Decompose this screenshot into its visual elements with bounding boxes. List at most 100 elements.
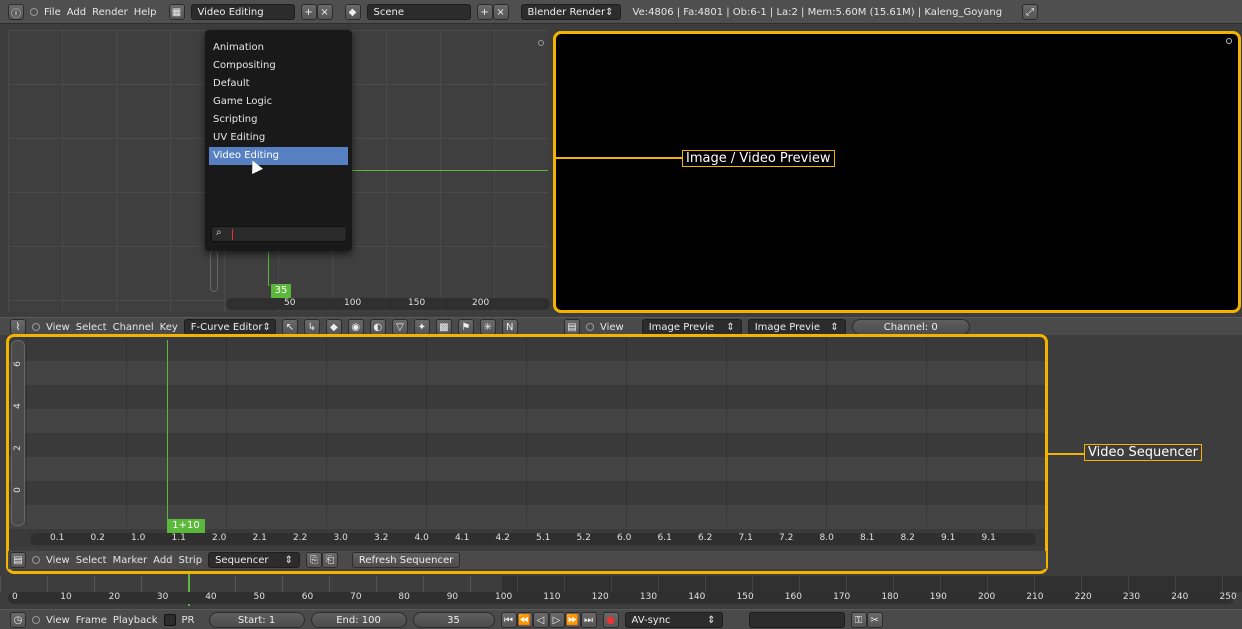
sequencer-menu-toggle[interactable]: [32, 556, 40, 564]
jump-start-icon[interactable]: ⏮: [500, 612, 517, 628]
layout-name-field[interactable]: Video Editing: [190, 4, 295, 20]
preview-range-checkbox[interactable]: [163, 614, 176, 626]
timeline-tick: 110: [543, 592, 561, 602]
filter-material-icon[interactable]: ◐: [369, 319, 386, 335]
layout-option-scripting[interactable]: Scripting: [205, 111, 352, 129]
sync-mode-select[interactable]: AV-sync ⇕: [624, 612, 723, 628]
seq-menu-add[interactable]: Add: [153, 555, 172, 566]
filter-mesh-icon[interactable]: ▽: [391, 319, 408, 335]
keyframe-delete-icon[interactable]: ✂: [866, 612, 883, 628]
layout-option-uv-editing[interactable]: UV Editing: [205, 129, 352, 147]
seq-menu-strip[interactable]: Strip: [179, 555, 203, 566]
layout-option-compositing[interactable]: Compositing: [205, 57, 352, 75]
graph-menu-channel[interactable]: Channel: [113, 322, 154, 333]
seq-menu-select[interactable]: Select: [76, 555, 107, 566]
start-frame-field[interactable]: Start: 1: [208, 612, 305, 628]
graph-x-axis[interactable]: 50 100 150 200: [226, 298, 550, 310]
timeline-header: ◷ View Frame Playback PR Start: 1 End: 1…: [0, 609, 1242, 629]
layout-option-animation[interactable]: Animation: [205, 39, 352, 57]
collapse-menu-toggle[interactable]: [30, 8, 38, 16]
pivot-icon[interactable]: ↳: [303, 319, 320, 335]
sequencer-y-ruler[interactable]: 6 4 2 0: [11, 340, 25, 526]
sequencer-editor-type-icon[interactable]: ▤: [564, 319, 580, 335]
filter-lamp-icon[interactable]: ✦: [413, 319, 430, 335]
keying-set-field[interactable]: [748, 612, 845, 628]
seq-menu-view[interactable]: View: [46, 555, 70, 566]
play-icon[interactable]: ▷: [548, 612, 565, 628]
timeline-tick: 150: [736, 592, 754, 602]
info-editor-type-icon[interactable]: ⓘ: [8, 4, 24, 20]
add-layout-icon[interactable]: +: [300, 4, 317, 20]
timeline-menu-playback[interactable]: Playback: [113, 615, 158, 626]
play-reverse-icon[interactable]: ◁: [532, 612, 549, 628]
timeline-menu-frame[interactable]: Frame: [76, 615, 107, 626]
add-scene-icon[interactable]: +: [476, 4, 493, 20]
filter-world-icon[interactable]: ◉: [347, 319, 364, 335]
menu-file[interactable]: File: [44, 7, 61, 18]
graph-mode-value: F-Curve Editor: [190, 321, 263, 333]
graph-menu-select[interactable]: Select: [76, 322, 107, 333]
preview-display-select-2[interactable]: Image Previe ⇕: [747, 319, 846, 335]
menu-help[interactable]: Help: [134, 7, 157, 18]
timeline-ruler[interactable]: 0 10 20 30 40 50 60 70 80 90 100 110 120 130 140 150 160…: [8, 592, 1237, 604]
timeline-type-icon[interactable]: ◷: [10, 612, 26, 628]
seq-x-tick: 4.0: [414, 533, 429, 543]
jump-prev-keyframe-icon[interactable]: ⏪: [516, 612, 533, 628]
sequencer-x-ruler[interactable]: 0.1 0.2 1.0 1.1 2.0 2.1 2.2 3.0 3.2 4.0 4.1 4.2 5.1 5…: [30, 533, 1036, 545]
filter-texture-icon[interactable]: ▩: [435, 319, 452, 335]
graph-corner-dot: [538, 40, 544, 46]
graph-v-scrollbar[interactable]: [210, 250, 218, 292]
preview-menu-view[interactable]: View: [600, 322, 624, 333]
preview-display-value-1: Image Previe: [648, 321, 714, 333]
filter-camera-icon[interactable]: ⚑: [457, 319, 474, 335]
graph-menu-toggle[interactable]: [32, 323, 40, 331]
timeline-tick: 0: [12, 592, 18, 602]
layout-option-video-editing[interactable]: Video Editing: [209, 147, 348, 165]
graph-menu-view[interactable]: View: [46, 322, 70, 333]
paste-icon[interactable]: ⎗: [322, 552, 339, 568]
jump-end-icon[interactable]: ⏭: [580, 612, 597, 628]
record-icon[interactable]: ●: [602, 612, 619, 628]
filter-armature-icon[interactable]: ✳: [479, 319, 496, 335]
graph-mode-select[interactable]: F-Curve Editor ⇕: [183, 319, 276, 335]
timeline-tick: 210: [1026, 592, 1044, 602]
render-engine-select[interactable]: Blender Render ⇕: [520, 4, 621, 20]
timeline-menu-view[interactable]: View: [46, 615, 70, 626]
jump-next-keyframe-icon[interactable]: ⏩: [564, 612, 581, 628]
graph-menu-key[interactable]: Key: [160, 322, 178, 333]
filter-object-icon[interactable]: ◆: [325, 319, 342, 335]
timeline-area[interactable]: 0 10 20 30 40 50 60 70 80 90 100 110 120 130 140 150 160…: [0, 574, 1242, 606]
sequencer-type-icon[interactable]: ▤: [10, 552, 26, 568]
graph-tick: 200: [472, 298, 490, 308]
end-frame-field[interactable]: End: 100: [310, 612, 407, 628]
delete-layout-icon[interactable]: ×: [316, 4, 333, 20]
normalize-icon[interactable]: N: [501, 319, 518, 335]
layout-option-default[interactable]: Default: [205, 75, 352, 93]
scene-name-field[interactable]: Scene: [366, 4, 471, 20]
seq-x-tick: 8.2: [900, 533, 915, 543]
timeline-menu-toggle[interactable]: [32, 616, 40, 624]
graph-editor-type-icon[interactable]: ⌇: [10, 319, 26, 335]
timeline-range-shade: [502, 576, 1242, 592]
menu-add[interactable]: Add: [67, 7, 86, 18]
seq-x-tick: 1.1: [171, 533, 186, 543]
graph-horizontal-line: [352, 170, 548, 171]
scene-icon[interactable]: ◆: [344, 4, 361, 20]
layout-search-field[interactable]: ⌕: [211, 226, 347, 242]
menu-render[interactable]: Render: [92, 7, 128, 18]
timeline-tick: 80: [398, 592, 410, 602]
current-frame-field[interactable]: 35: [412, 612, 495, 628]
layout-icon[interactable]: ▦: [168, 4, 185, 20]
seq-mode-select[interactable]: Sequencer ⇕: [208, 552, 301, 568]
seq-menu-marker[interactable]: Marker: [113, 555, 148, 566]
keyframe-insert-icon[interactable]: ⚿: [850, 612, 867, 628]
preview-menu-toggle[interactable]: [586, 323, 594, 331]
channel-field[interactable]: Channel: 0: [851, 319, 970, 335]
only-selected-icon[interactable]: ↖: [281, 319, 298, 335]
layout-option-game-logic[interactable]: Game Logic: [205, 93, 352, 111]
fullscreen-icon[interactable]: ⤢: [1022, 4, 1039, 20]
refresh-sequencer-button[interactable]: Refresh Sequencer: [352, 552, 461, 568]
delete-scene-icon[interactable]: ×: [492, 4, 509, 20]
preview-display-select-1[interactable]: Image Previe ⇕: [641, 319, 742, 335]
copy-icon[interactable]: ⎘: [306, 552, 323, 568]
